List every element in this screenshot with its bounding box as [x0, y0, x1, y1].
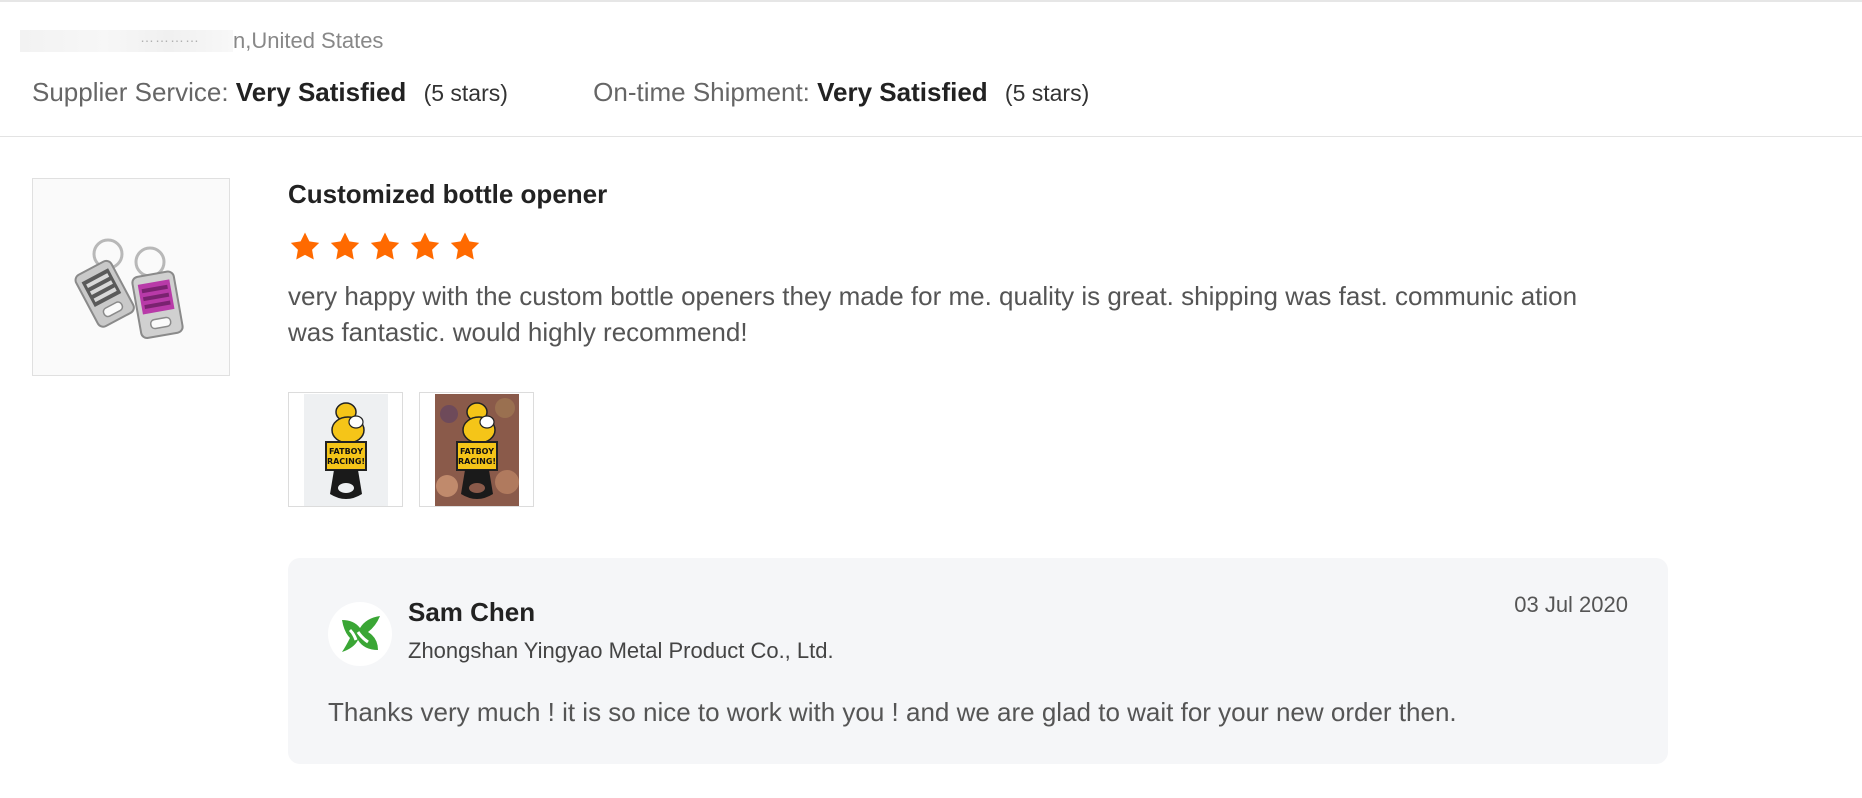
star-icon	[450, 232, 480, 260]
rating-label: Supplier Service:	[32, 77, 229, 107]
star-icon	[330, 232, 360, 260]
review-photo-1[interactable]: FATBOY RACING!	[288, 392, 403, 507]
product-thumbnail[interactable]	[32, 178, 230, 376]
top-divider	[0, 0, 1862, 2]
reviewer-location: n,United States	[233, 28, 384, 53]
rating-value: Very Satisfied	[817, 77, 988, 107]
reply-text: Thanks very much ! it is so nice to work…	[328, 697, 1457, 727]
svg-text:FATBOY: FATBOY	[460, 447, 494, 456]
svg-text:RACING!: RACING!	[457, 457, 495, 466]
bottle-opener-keychain-icon	[74, 238, 184, 340]
supplier-logo	[328, 602, 392, 666]
product-title[interactable]: Customized bottle opener	[288, 176, 1648, 212]
reply-date: 03 Jul 2020	[1514, 592, 1628, 617]
star-rating	[288, 230, 1648, 266]
rating-star-count: (5 stars)	[1004, 80, 1090, 106]
star-icon	[290, 232, 320, 260]
redacted-reviewer-name: …………	[20, 29, 233, 52]
star-icon	[410, 232, 440, 260]
bottle-opener-photo-icon: FATBOY RACING!	[303, 393, 388, 506]
star-icon	[370, 232, 400, 260]
supplier-contact-name: Sam Chen	[408, 597, 536, 627]
svg-text:FATBOY: FATBOY	[329, 447, 363, 456]
review-content: Customized bottle opener very happy with…	[288, 176, 1648, 507]
rating-label: On-time Shipment:	[593, 77, 810, 107]
svg-text:RACING!: RACING!	[326, 457, 364, 466]
supplier-company-name[interactable]: Zhongshan Yingyao Metal Product Co., Ltd…	[408, 636, 834, 666]
rating-value: Very Satisfied	[235, 77, 407, 107]
leaf-logo-icon	[329, 603, 391, 665]
section-divider	[0, 136, 1862, 137]
on-time-shipment-rating: On-time Shipment: Very Satisfied (5 star…	[593, 74, 1089, 111]
rating-summary: Supplier Service: Very Satisfied (5 star…	[32, 74, 1089, 110]
review-text: very happy with the custom bottle opener…	[288, 281, 1578, 347]
supplier-service-rating: Supplier Service: Very Satisfied (5 star…	[32, 74, 508, 111]
reviewer-info: ………… n,United States	[20, 28, 383, 54]
rating-star-count: (5 stars)	[423, 80, 508, 106]
review-photo-2[interactable]: FATBOY RACING!	[419, 392, 534, 507]
review-photos: FATBOY RACING! FATBOY RACING!	[288, 392, 1648, 507]
bottle-opener-in-hand-photo-icon: FATBOY RACING!	[434, 393, 519, 506]
supplier-reply: Sam Chen Zhongshan Yingyao Metal Product…	[288, 558, 1668, 764]
